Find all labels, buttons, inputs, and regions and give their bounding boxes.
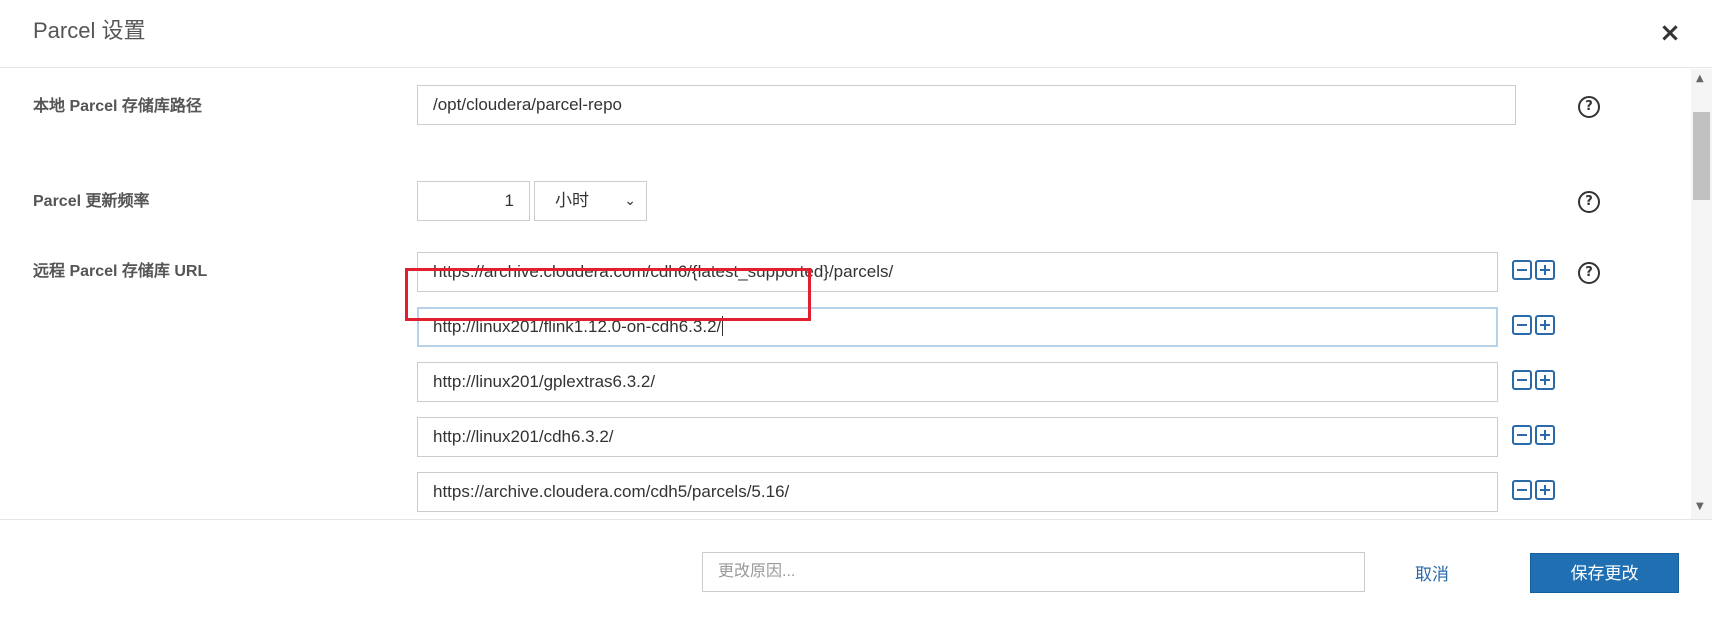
remove-url-icon[interactable] [1512,370,1532,390]
help-icon[interactable]: ? [1578,191,1600,213]
scrollbar[interactable]: ▲ ▼ [1691,69,1712,519]
remote-url-input[interactable]: http://linux201/cdh6.3.2/ [417,417,1498,457]
add-url-icon[interactable] [1535,370,1555,390]
add-url-icon[interactable] [1535,260,1555,280]
add-url-icon[interactable] [1535,425,1555,445]
remote-urls-label: 远程 Parcel 存储库 URL [33,263,208,280]
remote-url-input[interactable]: http://linux201/gplextras6.3.2/ [417,362,1498,402]
dialog-header: Parcel 设置 × [0,0,1712,68]
update-frequency-unit-value: 小时 [555,191,589,210]
close-icon[interactable]: × [1657,20,1683,46]
local-repo-input[interactable]: /opt/cloudera/parcel-repo [417,85,1516,125]
change-reason-input[interactable]: 更改原因... [702,552,1365,592]
remove-url-icon[interactable] [1512,480,1532,500]
dialog-title: Parcel 设置 [33,18,146,43]
cancel-button[interactable]: 取消 [1415,560,1449,585]
dialog-footer: 更改原因... 取消 保存更改 [0,519,1712,618]
save-changes-button[interactable]: 保存更改 [1530,553,1679,593]
add-url-icon[interactable] [1535,315,1555,335]
local-repo-label: 本地 Parcel 存储库路径 [33,98,202,115]
add-url-icon[interactable] [1535,480,1555,500]
scrollbar-thumb[interactable] [1693,112,1710,200]
annotation-highlight-box [405,268,811,321]
remove-url-icon[interactable] [1512,260,1532,280]
scroll-up-icon[interactable]: ▲ [1696,73,1704,84]
chevron-down-icon: ⌄ [624,193,636,209]
parcel-settings-dialog: Parcel 设置 × 本地 Parcel 存储库路径 /opt/clouder… [0,0,1712,618]
remote-url-input[interactable]: https://archive.cloudera.com/cdh5/parcel… [417,472,1498,512]
update-frequency-input[interactable]: 1 [417,181,530,221]
help-icon[interactable]: ? [1578,262,1600,284]
dialog-body: 本地 Parcel 存储库路径 /opt/cloudera/parcel-rep… [0,69,1712,519]
remove-url-icon[interactable] [1512,315,1532,335]
scroll-down-icon[interactable]: ▼ [1696,501,1704,512]
help-icon[interactable]: ? [1578,96,1600,118]
update-frequency-unit-select[interactable]: 小时 ⌄ [534,181,647,221]
update-frequency-label: Parcel 更新频率 [33,193,150,210]
remove-url-icon[interactable] [1512,425,1532,445]
